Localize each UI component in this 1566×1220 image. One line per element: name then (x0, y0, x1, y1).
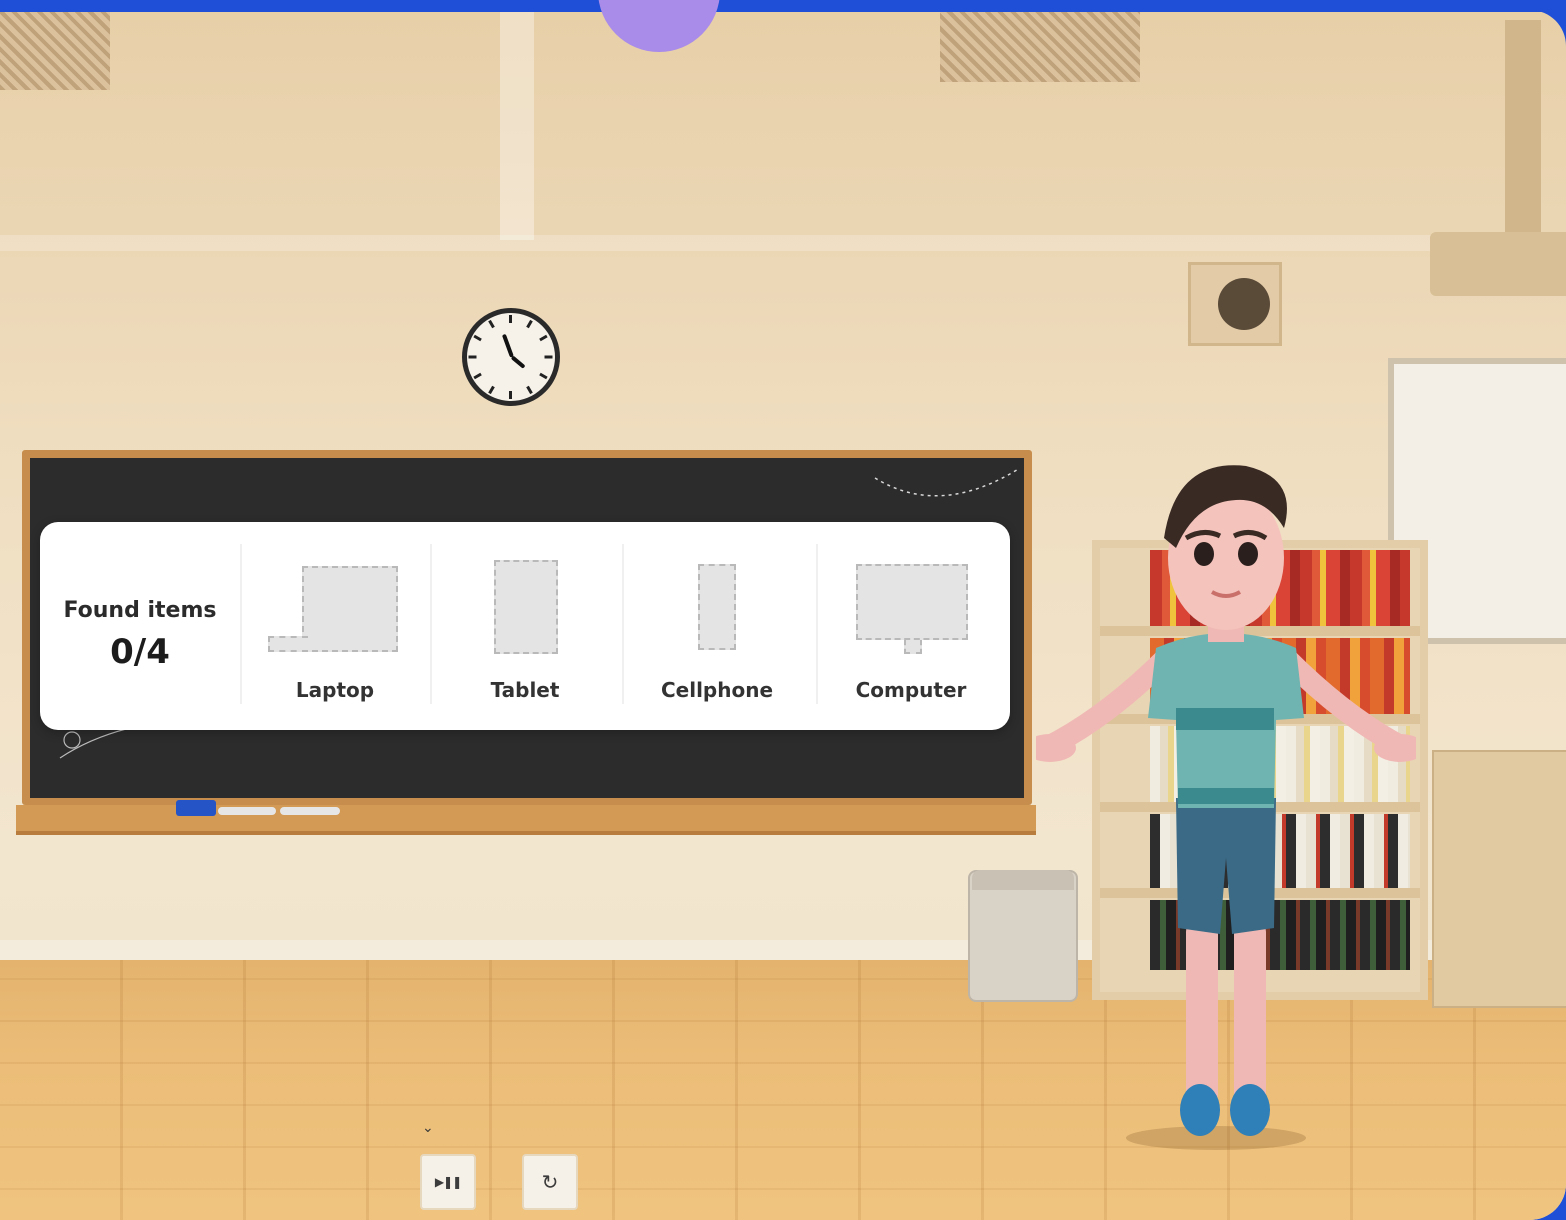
projector (1430, 232, 1566, 296)
marker (280, 807, 340, 815)
projector-arm (1505, 20, 1541, 250)
laptop-placeholder-icon (302, 566, 398, 652)
chevron-down-icon[interactable]: ⌄ (422, 1120, 434, 1136)
item-label: Laptop (295, 678, 375, 702)
side-cabinet (1432, 750, 1566, 1008)
restart-button[interactable]: ↻ (522, 1154, 578, 1210)
item-label: Computer (855, 678, 967, 702)
play-pause-icon: ▶❚❚ (434, 1175, 462, 1189)
wall-clock (462, 308, 560, 406)
ceiling-vent (940, 10, 1140, 82)
item-slot-cellphone: Cellphone (622, 544, 812, 724)
found-items-panel: Found items 0/4 Laptop Tablet Cellphone … (40, 522, 1010, 730)
marker (218, 807, 276, 815)
item-label: Cellphone (660, 678, 774, 702)
item-slot-computer: Computer (816, 544, 1006, 724)
board-eraser (176, 800, 216, 816)
found-items-label: Found items (63, 598, 217, 623)
cellphone-placeholder-icon (698, 564, 736, 650)
avatar-character[interactable] (1036, 458, 1416, 1158)
tablet-placeholder-icon (494, 560, 558, 654)
classroom-scene: Found items 0/4 Laptop Tablet Cellphone … (0, 10, 1566, 1220)
laptop-base-placeholder (268, 636, 308, 652)
ceiling-vent (0, 10, 110, 90)
chalkboard-ledge (16, 805, 1036, 835)
found-counter: Found items 0/4 (40, 522, 240, 730)
speaker-grille (1218, 278, 1270, 330)
found-items-count: 0/4 (110, 632, 170, 672)
top-bar (0, 0, 1566, 12)
play-pause-button[interactable]: ▶❚❚ (420, 1154, 476, 1210)
ceiling-beam (500, 10, 534, 240)
ceiling-beam (0, 235, 1566, 251)
computer-placeholder-icon (856, 564, 968, 640)
item-slot-laptop: Laptop (240, 544, 430, 724)
item-label: Tablet (490, 678, 560, 702)
computer-stand-placeholder (904, 640, 922, 654)
restart-icon: ↻ (541, 1170, 559, 1194)
item-slot-tablet: Tablet (430, 544, 620, 724)
